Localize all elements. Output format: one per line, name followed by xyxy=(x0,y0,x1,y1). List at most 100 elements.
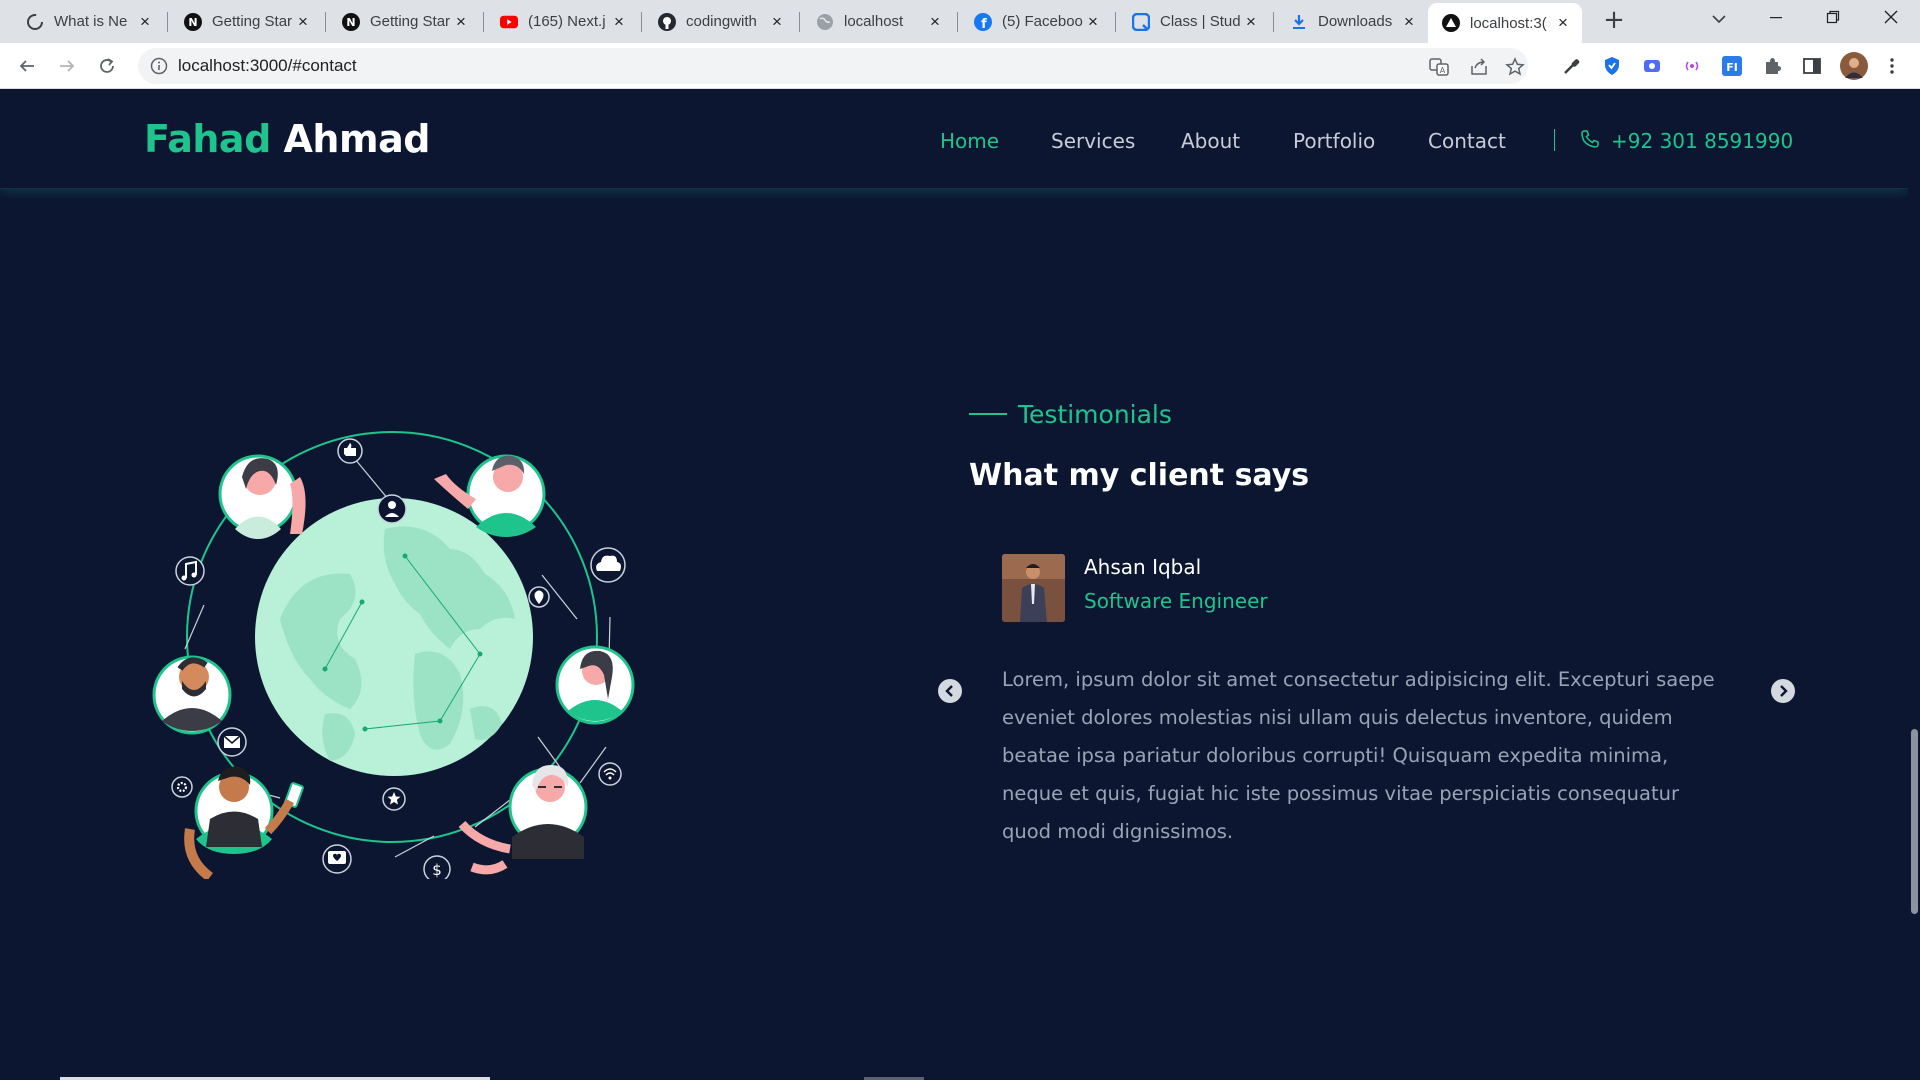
restore-button[interactable] xyxy=(1808,4,1858,34)
tab-divider xyxy=(957,12,958,32)
browser-tab[interactable]: Class | Stud × xyxy=(1118,5,1270,38)
close-icon[interactable]: × xyxy=(1084,12,1102,31)
tab-search-button[interactable] xyxy=(1694,4,1744,34)
tab-divider xyxy=(167,12,168,32)
github-icon xyxy=(658,12,676,31)
browser-tab[interactable]: N Getting Star × xyxy=(170,5,322,38)
svg-text:N: N xyxy=(188,16,197,29)
tab-title: What is Ne xyxy=(54,13,128,30)
browser-tab[interactable]: codingwith × xyxy=(644,5,796,38)
globe-icon xyxy=(816,13,834,31)
bookmark-star-icon[interactable] xyxy=(1504,56,1526,78)
section-kicker: Testimonials xyxy=(1018,400,1172,429)
puzzle-extensions-icon[interactable] xyxy=(1760,54,1784,78)
svg-text:A: A xyxy=(1440,66,1446,75)
shield-extension-icon[interactable] xyxy=(1600,54,1624,78)
section-heading: What my client says xyxy=(969,458,1310,493)
nav-divider xyxy=(1554,129,1555,151)
tab-divider xyxy=(799,12,800,32)
nav-portfolio[interactable]: Portfolio xyxy=(1293,129,1375,153)
loading-icon xyxy=(26,13,44,31)
testimonials-accent-line xyxy=(969,413,1007,415)
close-icon[interactable]: × xyxy=(926,12,944,31)
close-window-button[interactable] xyxy=(1866,4,1916,34)
close-icon[interactable]: × xyxy=(294,12,312,31)
browser-tab[interactable]: N Getting Star × xyxy=(328,5,480,38)
forward-button[interactable] xyxy=(52,51,82,81)
svg-text:$: $ xyxy=(432,861,442,879)
vertical-scrollbar[interactable] xyxy=(1908,89,1920,1080)
side-panel-icon[interactable] xyxy=(1800,54,1824,78)
chevron-left-icon xyxy=(945,685,953,697)
minimize-button[interactable] xyxy=(1751,4,1801,34)
close-icon[interactable]: × xyxy=(1400,12,1418,31)
translate-icon[interactable]: A xyxy=(1428,56,1450,78)
nav-home[interactable]: Home xyxy=(940,129,999,153)
svg-text:f: f xyxy=(981,17,987,31)
svg-text:N: N xyxy=(346,16,355,29)
address-bar[interactable]: localhost:3000/#contact A xyxy=(138,48,1528,84)
url-text[interactable]: localhost:3000/#contact xyxy=(178,56,357,76)
nav-about[interactable]: About xyxy=(1181,129,1240,153)
close-icon[interactable]: × xyxy=(768,12,786,31)
browser-menu-icon[interactable] xyxy=(1880,54,1904,78)
back-button[interactable] xyxy=(12,51,42,81)
logo-first-name: Fahad xyxy=(144,117,271,161)
tab-title: Getting Star xyxy=(212,13,293,30)
record-extension-icon[interactable] xyxy=(1640,54,1664,78)
client-role: Software Engineer xyxy=(1084,589,1268,613)
class-icon xyxy=(1132,12,1150,31)
carousel-next-button[interactable] xyxy=(1771,679,1795,703)
phone-number-link[interactable]: +92 301 8591990 xyxy=(1611,129,1793,153)
eyedropper-extension-icon[interactable] xyxy=(1560,54,1584,78)
carousel-prev-button[interactable] xyxy=(938,679,962,703)
new-tab-button[interactable]: + xyxy=(1600,7,1628,35)
chevron-right-icon xyxy=(1780,685,1788,697)
browser-tab[interactable]: What is Ne × xyxy=(12,5,164,38)
browser-tab-bar: What is Ne × N Getting Star × N Getting … xyxy=(0,0,1920,43)
youtube-icon xyxy=(500,13,518,31)
tab-divider xyxy=(1273,12,1274,32)
svg-text:FI: FI xyxy=(1726,61,1738,74)
close-icon[interactable]: × xyxy=(1554,14,1572,32)
tab-title: Getting Star xyxy=(370,13,451,30)
fi-extension-icon[interactable]: FI xyxy=(1720,54,1744,78)
share-icon[interactable] xyxy=(1468,56,1490,78)
reload-button[interactable] xyxy=(92,51,122,81)
client-name: Ahsan Iqbal xyxy=(1084,555,1202,579)
tab-divider xyxy=(325,12,326,32)
tab-title: localhost:3( xyxy=(1470,14,1547,32)
nextjs-icon: N xyxy=(184,12,202,31)
browser-tab[interactable]: localhost × xyxy=(802,5,954,38)
nav-services[interactable]: Services xyxy=(1051,129,1135,153)
vercel-icon xyxy=(1442,14,1460,32)
webpage: Fahad Ahmad Home Services About Portfoli… xyxy=(0,89,1908,1080)
browser-tab[interactable]: Downloads × xyxy=(1276,5,1428,38)
site-header: Fahad Ahmad Home Services About Portfoli… xyxy=(0,89,1908,189)
site-info-icon[interactable] xyxy=(150,57,168,75)
browser-tab[interactable]: (165) Next.j × xyxy=(486,5,638,38)
tab-title: (165) Next.j xyxy=(528,13,606,30)
browser-tab-active[interactable]: localhost:3( × xyxy=(1428,3,1582,43)
vertical-scrollbar-thumb[interactable] xyxy=(1911,729,1918,914)
close-icon[interactable]: × xyxy=(136,12,154,31)
client-avatar xyxy=(1002,554,1065,622)
logo-last-name: Ahmad xyxy=(283,117,431,161)
browser-tab[interactable]: f (5) Faceboo × xyxy=(960,5,1112,38)
star-icon xyxy=(382,787,406,811)
profile-avatar[interactable] xyxy=(1840,52,1868,80)
tab-title: Downloads xyxy=(1318,13,1393,30)
global-network-illustration: $ xyxy=(150,399,640,883)
site-logo[interactable]: Fahad Ahmad xyxy=(144,117,430,161)
nextjs-icon: N xyxy=(342,12,360,31)
close-icon[interactable]: × xyxy=(452,12,470,31)
tab-title: codingwith xyxy=(686,13,757,30)
tab-divider xyxy=(483,12,484,32)
facebook-icon: f xyxy=(974,12,992,31)
browser-toolbar: localhost:3000/#contact A FI xyxy=(0,43,1920,89)
broadcast-extension-icon[interactable] xyxy=(1680,54,1704,78)
close-icon[interactable]: × xyxy=(1242,12,1260,31)
download-icon xyxy=(1290,13,1308,31)
close-icon[interactable]: × xyxy=(610,12,628,31)
nav-contact[interactable]: Contact xyxy=(1428,129,1506,153)
